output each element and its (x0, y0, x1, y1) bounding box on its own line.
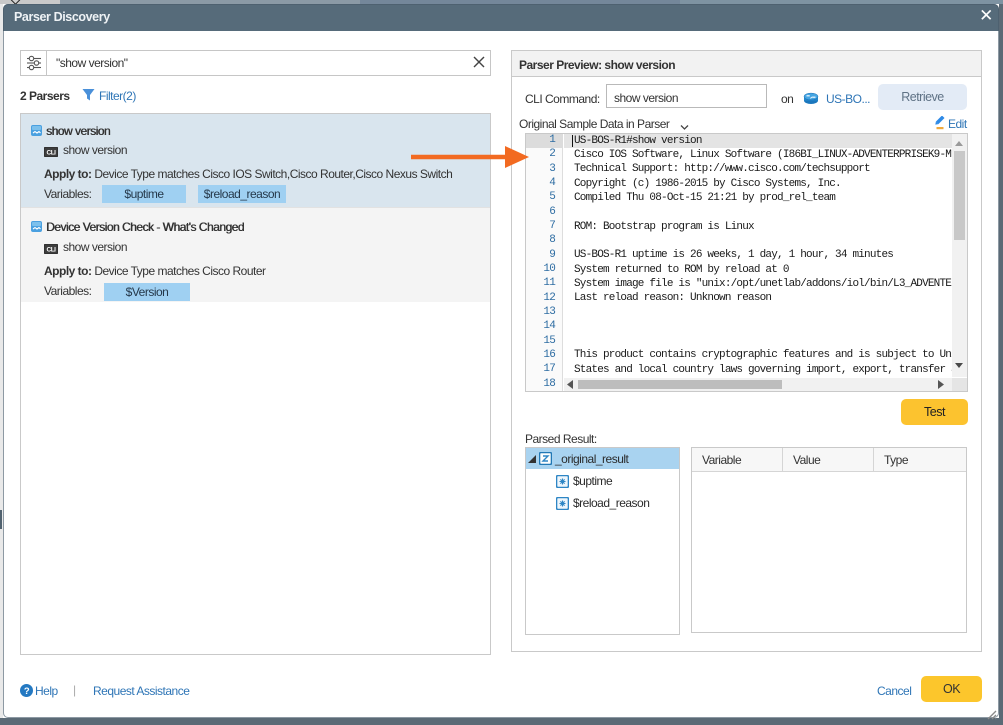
svg-text:?: ? (24, 686, 30, 697)
svg-text:CLI: CLI (47, 150, 57, 157)
svg-text:CLI: CLI (47, 247, 57, 254)
